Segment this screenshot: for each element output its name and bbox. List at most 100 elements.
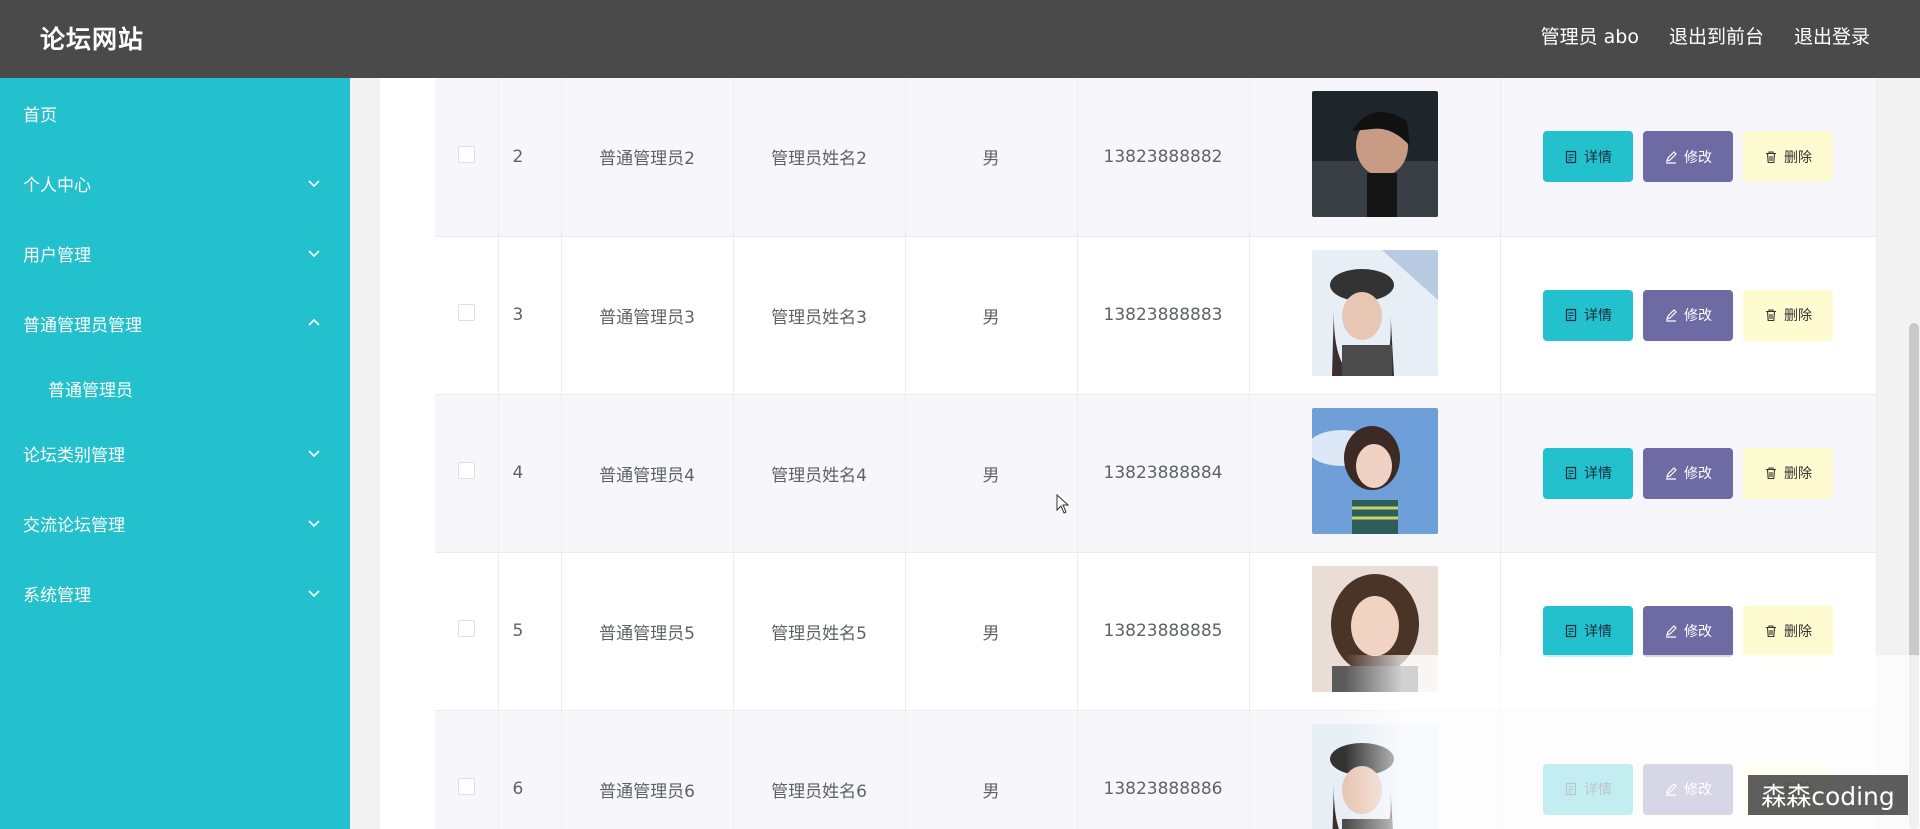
pencil-icon (1666, 467, 1677, 480)
edit-label: 修改 (1684, 624, 1712, 640)
exit-to-front-link[interactable]: 退出到前台 (1669, 22, 1764, 49)
cell-account: 普通管理员2 (561, 78, 734, 237)
avatar[interactable] (1311, 407, 1438, 534)
cell-actions: 详情 修改 删除 (1500, 394, 1877, 553)
chevron-down-icon (306, 245, 322, 261)
edit-button[interactable]: 修改 (1643, 131, 1733, 183)
avatar[interactable] (1311, 249, 1438, 376)
cell-gender: 男 (905, 236, 1078, 395)
delete-label: 删除 (1784, 466, 1812, 482)
sidebar-item-system[interactable]: 系统管理 (0, 558, 350, 628)
document-icon (1565, 624, 1577, 638)
header-actions: 管理员 abo 退出到前台 退出登录 (1541, 22, 1870, 49)
trash-icon (1766, 151, 1776, 163)
sidebar-item-forum-management[interactable]: 交流论坛管理 (0, 488, 350, 558)
document-icon (1565, 150, 1577, 163)
delete-label: 删除 (1784, 149, 1812, 166)
row-checkbox[interactable] (457, 304, 475, 321)
edit-label: 修改 (1684, 149, 1712, 166)
delete-label: 删除 (1784, 624, 1812, 640)
sidebar-item-personal-center[interactable]: 个人中心 (0, 148, 350, 218)
delete-label: 删除 (1784, 308, 1812, 324)
chevron-down-icon (306, 445, 322, 461)
sidebar-item-home[interactable]: 首页 (0, 78, 350, 148)
cell-gender: 男 (905, 394, 1078, 553)
trash-icon (1766, 467, 1776, 480)
cell-name: 管理员姓名5 (733, 552, 906, 711)
table-row: 3 普通管理员3 管理员姓名3 男 13823888883 详情 修改 删除 (435, 236, 1877, 395)
sidebar-item-label: 系统管理 (23, 585, 91, 606)
cell-gender: 男 (905, 78, 1078, 237)
detail-label: 详情 (1584, 466, 1612, 482)
sidebar: 首页 个人中心 用户管理 普通管理员管理 普通管理员 论坛类别管理 交流论坛管理… (0, 78, 350, 829)
cell-gender: 男 (905, 552, 1078, 711)
table-row: 4 普通管理员4 管理员姓名4 男 13823888884 详情 修改 删除 (435, 394, 1877, 553)
sidebar-item-label: 个人中心 (23, 175, 91, 196)
trash-icon (1766, 309, 1776, 322)
cell-name: 管理员姓名6 (733, 710, 906, 829)
detail-button[interactable]: 详情 (1543, 605, 1633, 657)
edit-label: 修改 (1684, 308, 1712, 324)
cell-account: 普通管理员4 (561, 394, 734, 553)
cell-actions: 详情 修改 删除 (1500, 78, 1877, 237)
detail-label: 详情 (1584, 624, 1612, 640)
cell-account: 普通管理员5 (561, 552, 734, 711)
row-checkbox[interactable] (457, 145, 475, 163)
cell-name: 管理员姓名2 (733, 78, 906, 237)
row-index: 4 (498, 394, 562, 553)
detail-button[interactable]: 详情 (1543, 447, 1633, 499)
detail-label: 详情 (1584, 149, 1612, 166)
sidebar-item-label: 首页 (23, 105, 57, 126)
cell-account: 普通管理员6 (561, 710, 734, 829)
row-index: 5 (498, 552, 562, 711)
sidebar-subitem-admin[interactable]: 普通管理员 (0, 358, 350, 418)
chevron-up-icon (306, 315, 322, 331)
row-checkbox[interactable] (457, 462, 475, 479)
cell-avatar (1249, 236, 1501, 395)
delete-button[interactable]: 删除 (1743, 289, 1833, 341)
row-index: 6 (498, 710, 562, 829)
avatar[interactable] (1311, 91, 1438, 218)
mouse-cursor-icon (1056, 494, 1070, 514)
chevron-down-icon (306, 585, 322, 601)
edit-button[interactable]: 修改 (1643, 447, 1733, 499)
delete-button[interactable]: 删除 (1743, 605, 1833, 657)
cell-avatar (1249, 78, 1501, 237)
cell-name: 管理员姓名3 (733, 236, 906, 395)
row-checkbox-cell (435, 710, 499, 829)
edit-button[interactable]: 修改 (1643, 289, 1733, 341)
cell-actions: 详情 修改 删除 (1500, 236, 1877, 395)
site-title: 论坛网站 (40, 25, 145, 54)
delete-button[interactable]: 删除 (1743, 447, 1833, 499)
detail-button[interactable]: 详情 (1543, 289, 1633, 341)
row-index: 2 (498, 78, 562, 237)
watermark-label: 森森coding (1748, 775, 1908, 815)
sidebar-item-admin-management[interactable]: 普通管理员管理 (0, 288, 350, 358)
edit-button[interactable]: 修改 (1643, 605, 1733, 657)
sidebar-item-label: 交流论坛管理 (23, 515, 125, 536)
document-icon (1565, 308, 1577, 322)
cell-phone: 13823888882 (1077, 78, 1250, 237)
admin-user-label: 管理员 abo (1540, 26, 1639, 48)
cell-avatar (1249, 394, 1501, 553)
sidebar-item-label: 普通管理员管理 (23, 315, 142, 336)
cell-phone: 13823888886 (1077, 710, 1250, 829)
row-checkbox-cell (435, 78, 499, 237)
logout-link[interactable]: 退出登录 (1794, 22, 1870, 49)
sidebar-item-label: 普通管理员 (48, 380, 133, 401)
sidebar-item-user-management[interactable]: 用户管理 (0, 218, 350, 288)
cell-gender: 男 (905, 710, 1078, 829)
cell-phone: 13823888884 (1077, 394, 1250, 553)
top-bar: 论坛网站 管理员 abo 退出到前台 退出登录 (0, 0, 1920, 78)
row-checkbox[interactable] (457, 778, 475, 795)
row-checkbox-cell (435, 236, 499, 395)
sidebar-item-forum-category[interactable]: 论坛类别管理 (0, 418, 350, 488)
delete-button[interactable]: 删除 (1743, 131, 1833, 183)
row-checkbox[interactable] (457, 620, 475, 637)
detail-button[interactable]: 详情 (1543, 131, 1633, 183)
edit-label: 修改 (1684, 466, 1712, 482)
chevron-down-icon (306, 515, 322, 531)
table-row: 2 普通管理员2 管理员姓名2 男 13823888882 详情 修改 删除 (435, 78, 1877, 237)
row-index: 3 (498, 236, 562, 395)
row-checkbox-cell (435, 394, 499, 553)
